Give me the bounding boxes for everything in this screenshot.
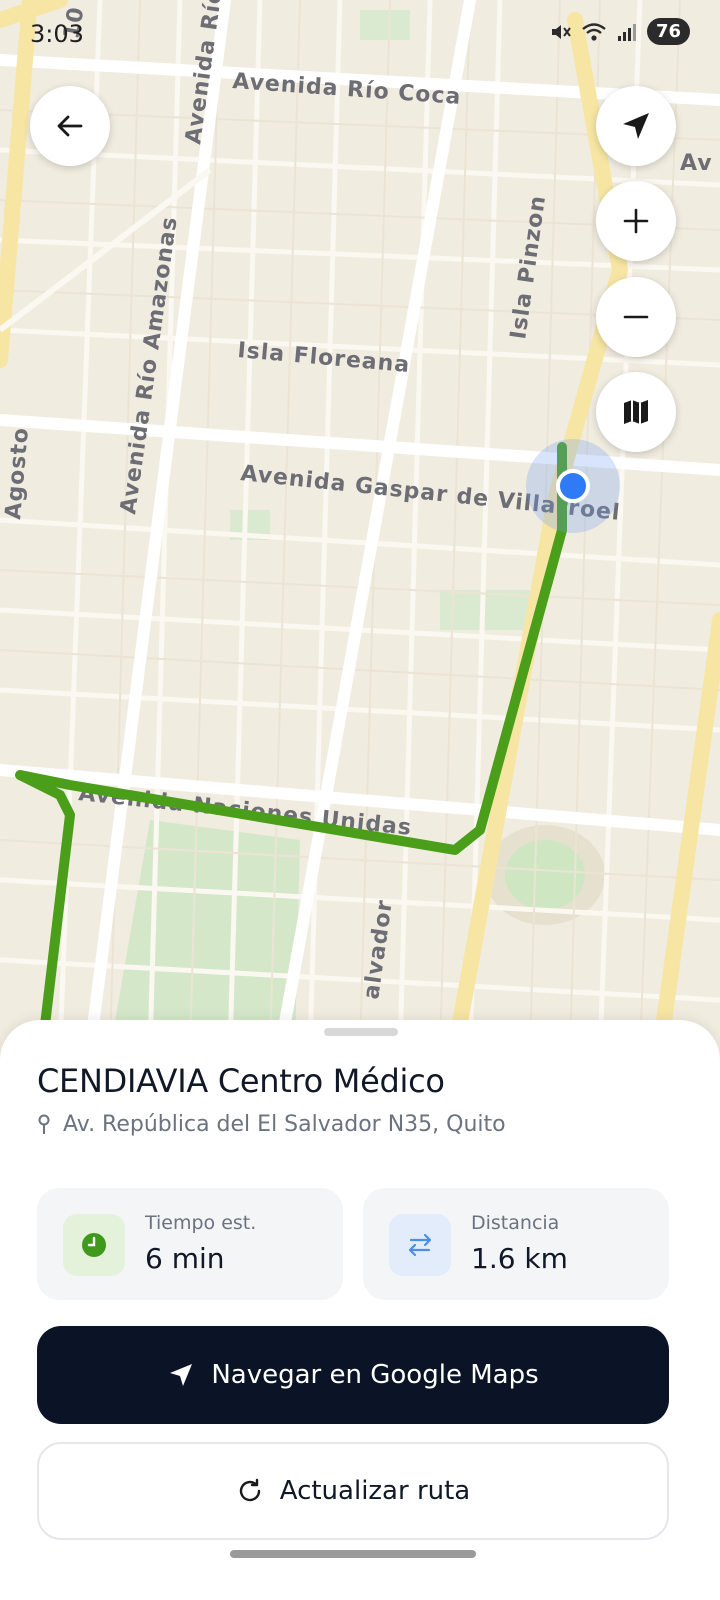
location-pin-icon <box>38 1114 50 1134</box>
distance-value: 1.6 km <box>471 1242 568 1275</box>
navigate-google-maps-button[interactable]: Navegar en Google Maps <box>37 1326 669 1424</box>
time-icon-box <box>63 1214 125 1276</box>
signal-icon <box>617 23 636 41</box>
refresh-route-button[interactable]: Actualizar ruta <box>37 1442 669 1540</box>
status-bar: 3:03 76 <box>0 0 720 64</box>
place-title: CENDIAVIA Centro Médico <box>37 1062 445 1100</box>
map-icon <box>624 400 648 424</box>
back-button[interactable] <box>30 86 110 166</box>
navigation-arrow-icon <box>170 1364 193 1386</box>
zoom-in-button[interactable] <box>596 181 676 261</box>
time-label: Tiempo est. <box>145 1212 257 1234</box>
navigate-button-label: Navegar en Google Maps <box>211 1360 539 1390</box>
distance-card: Distancia 1.6 km <box>363 1188 669 1300</box>
time-value: 6 min <box>145 1242 225 1275</box>
navigation-arrow-icon <box>623 113 649 139</box>
recenter-button[interactable] <box>596 86 676 166</box>
mute-icon <box>551 24 571 39</box>
distance-icon-box <box>389 1214 451 1276</box>
refresh-button-label: Actualizar ruta <box>279 1476 471 1506</box>
arrow-left-icon <box>57 115 83 137</box>
status-time: 3:03 <box>30 20 84 48</box>
gesture-navigation-bar[interactable] <box>230 1550 476 1558</box>
current-location-dot <box>556 469 590 503</box>
wifi-icon <box>582 22 606 41</box>
route-bottom-sheet: CENDIAVIA Centro Médico Av. República de… <box>0 1020 720 1600</box>
battery-level: 76 <box>646 18 690 45</box>
clock-icon <box>82 1233 106 1257</box>
refresh-icon <box>239 1478 260 1502</box>
time-estimate-card: Tiempo est. 6 min <box>37 1188 343 1300</box>
minus-icon <box>623 315 649 319</box>
place-address: Av. República del El Salvador N35, Quito <box>37 1112 506 1137</box>
status-icons: 76 <box>549 18 690 45</box>
street-label: Av <box>680 151 713 176</box>
swap-arrows-icon <box>408 1233 432 1257</box>
zoom-out-button[interactable] <box>596 277 676 357</box>
distance-label: Distancia <box>471 1212 560 1234</box>
plus-icon <box>623 208 649 234</box>
address-text: Av. República del El Salvador N35, Quito <box>63 1112 506 1137</box>
drag-handle[interactable] <box>324 1028 398 1036</box>
map-type-button[interactable] <box>596 372 676 452</box>
